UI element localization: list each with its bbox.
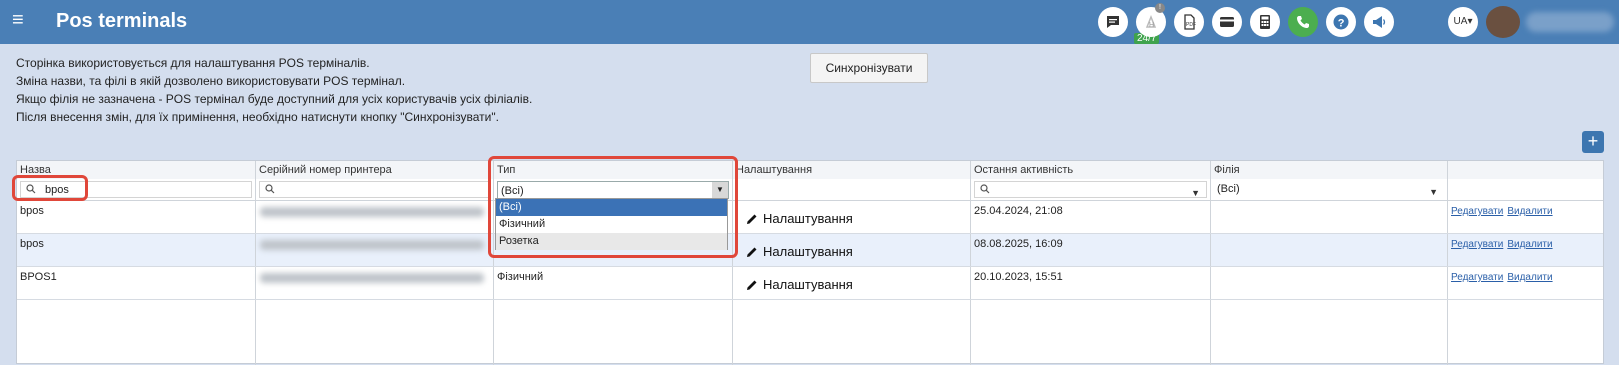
settings-link-label: Налаштування [763, 277, 853, 292]
cell-serial [256, 234, 494, 266]
filter-cell-branch: (Всі) ▼ [1211, 179, 1448, 201]
serial-number-blurred [260, 240, 484, 250]
cell-name: bpos [17, 201, 256, 233]
pencil-icon [747, 214, 757, 224]
column-divider [255, 300, 256, 365]
filter-cell-actions [1448, 179, 1603, 201]
svg-text:?: ? [1338, 18, 1345, 30]
cell-type: Фізичний [494, 267, 733, 299]
pencil-icon [747, 280, 757, 290]
search-icon [265, 184, 275, 194]
cell-serial [256, 267, 494, 299]
filter-cell-last-activity: ▼ [971, 179, 1211, 201]
svg-text:PDF: PDF [1186, 22, 1196, 28]
add-button[interactable]: + [1582, 131, 1604, 153]
delete-link[interactable]: Видалити [1507, 272, 1552, 283]
info-line: Сторінка використовується для налаштуван… [16, 56, 370, 70]
column-header-serial[interactable]: Серійний номер принтера [256, 161, 494, 179]
column-header-last-activity[interactable]: Остання активність [971, 161, 1211, 179]
branch-filter-select[interactable]: (Всі) ▼ [1214, 181, 1444, 198]
cell-branch [1211, 267, 1448, 299]
chevron-down-icon[interactable]: ▼ [1429, 184, 1438, 201]
info-line: Якщо філія не зазначена - POS термінал б… [16, 92, 533, 106]
credit-card-icon[interactable] [1212, 7, 1242, 37]
cell-serial [256, 201, 494, 233]
language-selector[interactable]: UA▾ [1448, 7, 1478, 37]
delete-link[interactable]: Видалити [1507, 206, 1552, 217]
column-header-actions [1448, 161, 1603, 179]
cell-actions: Редагувати Видалити [1448, 267, 1603, 299]
pos-terminals-table: Назва Серійний номер принтера Тип Налашт… [16, 160, 1604, 365]
edit-link[interactable]: Редагувати [1451, 239, 1503, 250]
svg-text:H: H [1149, 22, 1154, 29]
phone-icon[interactable] [1288, 7, 1318, 37]
top-bar: ≡ Pos terminals 24/7 H ! PDF ? UA▾ [0, 0, 1619, 44]
serial-number-blurred [260, 273, 484, 283]
branch-filter-value: (Всі) [1217, 183, 1240, 195]
serial-number-blurred [260, 207, 484, 217]
last-activity-filter-input[interactable]: ▼ [974, 181, 1207, 198]
chat-icon[interactable] [1098, 7, 1128, 37]
pdf-icon[interactable]: PDF [1174, 7, 1204, 37]
column-divider [1447, 300, 1448, 365]
highlight-type-filter [488, 156, 738, 258]
filter-cell-settings [733, 179, 971, 201]
chevron-down-icon[interactable]: ▼ [1191, 185, 1200, 202]
page-description: Сторінка використовується для налаштуван… [16, 54, 532, 126]
cell-settings: Налаштування [733, 201, 971, 233]
hamburger-icon[interactable]: ≡ [12, 10, 24, 30]
column-header-branch[interactable]: Філія [1211, 161, 1448, 179]
settings-link-label: Налаштування [763, 211, 853, 226]
notification-badge: ! [1155, 3, 1165, 13]
cell-last-activity: 20.10.2023, 15:51 [971, 267, 1211, 299]
user-name-blurred[interactable] [1526, 12, 1614, 32]
page-title: Pos terminals [56, 10, 188, 32]
pos-connection-icon[interactable]: H ! [1136, 3, 1166, 37]
table-row[interactable]: BPOS1 Фізичний Налаштування 20.10.2023, … [17, 267, 1603, 300]
column-divider [970, 300, 971, 365]
cell-actions: Редагувати Видалити [1448, 234, 1603, 266]
info-line: Після внесення змін, для їх примінення, … [16, 110, 499, 124]
cell-settings: Налаштування [733, 267, 971, 299]
announcement-icon[interactable] [1364, 7, 1394, 37]
settings-link[interactable]: Налаштування [745, 211, 853, 226]
column-header-settings[interactable]: Налаштування [733, 161, 971, 179]
cell-branch [1211, 201, 1448, 233]
cell-last-activity: 08.08.2025, 16:09 [971, 234, 1211, 266]
cell-settings: Налаштування [733, 234, 971, 266]
highlight-name-filter [12, 175, 88, 201]
settings-link[interactable]: Налаштування [745, 277, 853, 292]
table-row[interactable]: bpos Налаштування 08.08.2025, 16:09 Реда… [17, 234, 1603, 267]
cell-last-activity: 25.04.2024, 21:08 [971, 201, 1211, 233]
serial-filter-input[interactable] [259, 181, 490, 198]
calculator-icon[interactable] [1250, 7, 1280, 37]
info-line: Зміна назви, та філі в якій дозволено ви… [16, 74, 406, 88]
cell-name: bpos [17, 234, 256, 266]
sync-button[interactable]: Синхронізувати [810, 53, 928, 83]
column-divider [1210, 300, 1211, 365]
edit-link[interactable]: Редагувати [1451, 206, 1503, 217]
cell-actions: Редагувати Видалити [1448, 201, 1603, 233]
table-row[interactable]: bpos Налаштування 25.04.2024, 21:08 Реда… [17, 201, 1603, 234]
cell-name: BPOS1 [17, 267, 256, 299]
edit-link[interactable]: Редагувати [1451, 272, 1503, 283]
language-label: UA [1453, 16, 1468, 27]
avatar[interactable] [1486, 6, 1520, 38]
pencil-icon [747, 247, 757, 257]
help-icon[interactable]: ? [1326, 7, 1356, 37]
column-divider [493, 300, 494, 365]
settings-link-label: Налаштування [763, 244, 853, 259]
delete-link[interactable]: Видалити [1507, 239, 1552, 250]
chevron-down-icon: ▾ [1467, 16, 1473, 27]
cell-branch [1211, 234, 1448, 266]
filter-cell-serial [256, 179, 494, 201]
settings-link[interactable]: Налаштування [745, 244, 853, 259]
column-divider [732, 300, 733, 365]
search-icon [980, 184, 990, 194]
